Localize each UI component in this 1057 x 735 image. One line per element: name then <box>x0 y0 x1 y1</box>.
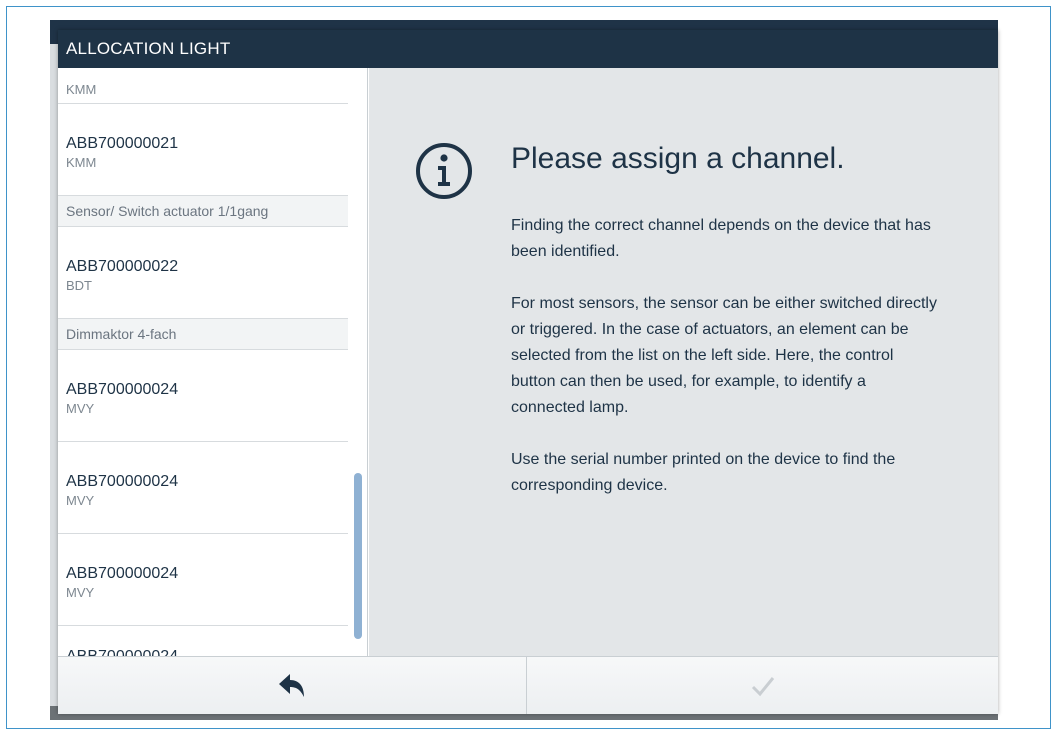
back-arrow-icon <box>279 673 304 697</box>
dialog-title: ALLOCATION LIGHT <box>58 30 998 68</box>
back-button[interactable] <box>58 657 526 714</box>
device-serial: ABB700000024 <box>66 381 179 398</box>
list-item[interactable]: ABB700000022 BDT <box>58 227 348 319</box>
list-item[interactable]: ABB700000021 KMM <box>58 104 348 196</box>
list-item[interactable]: ABB700000024 MVY <box>58 534 348 626</box>
list-item[interactable]: KMM <box>58 68 348 104</box>
info-paragraph: For most sensors, the sensor can be eith… <box>511 295 937 416</box>
info-panel: Please assign a channel. Finding the cor… <box>369 68 998 656</box>
checkmark-icon <box>751 676 774 696</box>
device-serial: ABB700000021 <box>66 135 179 152</box>
device-type: MVY <box>66 585 95 600</box>
scrollbar-thumb[interactable] <box>354 473 362 639</box>
confirm-button[interactable] <box>527 657 998 714</box>
dialog-action-bar <box>58 656 998 714</box>
list-item[interactable]: ABB700000024 <box>58 626 348 656</box>
info-body: Finding the correct channel depends on t… <box>511 213 941 525</box>
group-header: Sensor/ Switch actuator 1/1gang <box>58 196 348 227</box>
list-item[interactable]: ABB700000024 MVY <box>58 350 348 442</box>
info-icon <box>416 143 472 199</box>
scrollbar[interactable] <box>350 68 366 656</box>
device-list: KMM ABB700000021 KMM Sensor/ Switch actu… <box>58 68 348 656</box>
device-list-panel: KMM ABB700000021 KMM Sensor/ Switch actu… <box>58 68 368 656</box>
list-item[interactable]: ABB700000024 MVY <box>58 442 348 534</box>
info-paragraph: Finding the correct channel depends on t… <box>511 217 931 260</box>
info-heading: Please assign a channel. <box>511 142 845 175</box>
device-type: KMM <box>66 82 97 97</box>
device-serial: ABB700000024 <box>66 648 178 656</box>
device-type: MVY <box>66 493 95 508</box>
group-header: Dimmaktor 4-fach <box>58 319 348 350</box>
device-type: KMM <box>66 155 97 170</box>
device-type: MVY <box>66 401 95 416</box>
device-type: BDT <box>66 278 92 293</box>
allocation-dialog: ALLOCATION LIGHT KMM ABB700000021 KMM Se… <box>58 30 998 714</box>
info-paragraph: Use the serial number printed on the dev… <box>511 451 896 494</box>
device-serial: ABB700000024 <box>66 473 179 490</box>
device-serial: ABB700000022 <box>66 258 179 275</box>
device-serial: ABB700000024 <box>66 565 179 582</box>
